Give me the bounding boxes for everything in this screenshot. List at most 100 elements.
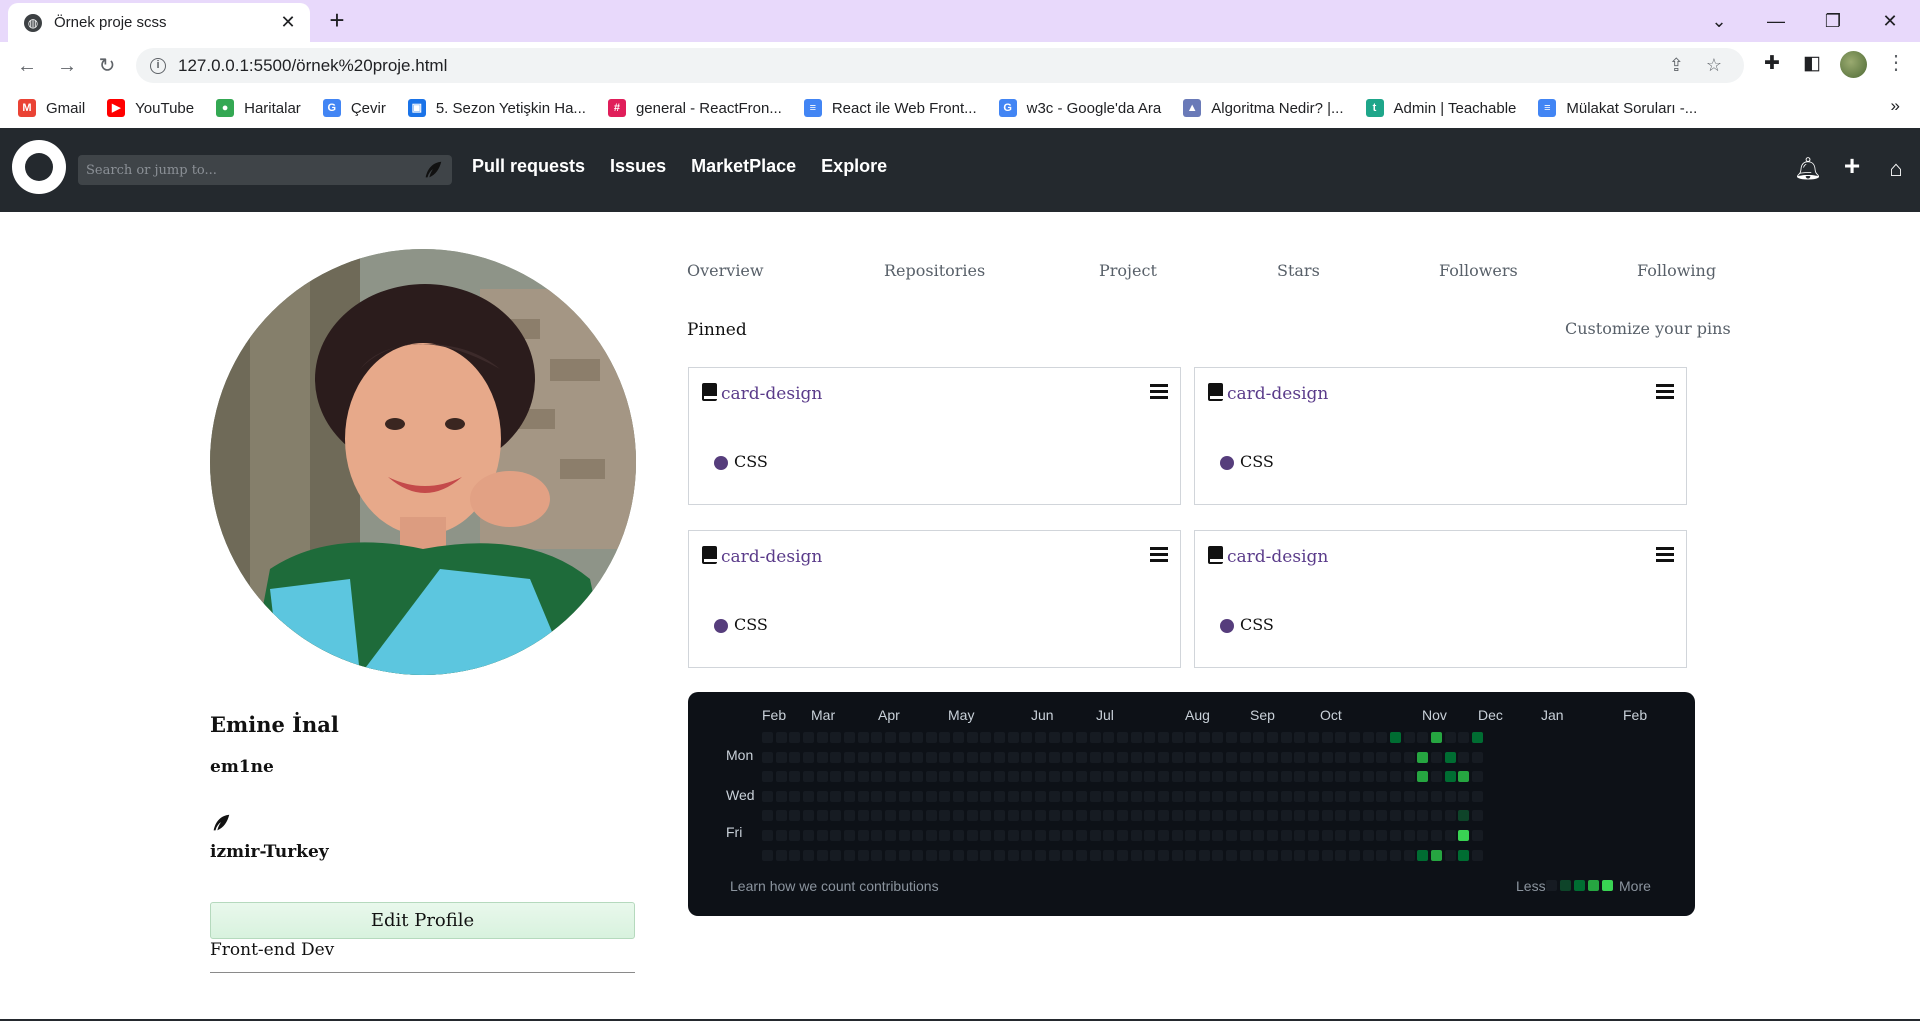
contribution-cell[interactable] bbox=[762, 849, 773, 861]
contribution-cell[interactable] bbox=[1308, 751, 1319, 763]
contribution-cell[interactable] bbox=[1362, 790, 1374, 802]
close-tab-icon[interactable]: ✕ bbox=[278, 12, 298, 33]
contribution-cell[interactable] bbox=[898, 830, 910, 841]
hamburger-menu-icon[interactable] bbox=[1656, 547, 1674, 563]
contribution-cell[interactable] bbox=[1157, 771, 1169, 783]
nav-pull-requests[interactable]: Pull requests bbox=[472, 156, 585, 177]
contribution-cell[interactable] bbox=[775, 790, 787, 802]
contribution-cell[interactable] bbox=[994, 771, 1006, 783]
contribution-cell[interactable] bbox=[789, 830, 801, 841]
contribution-cell[interactable] bbox=[912, 790, 924, 802]
contribution-cell[interactable] bbox=[1198, 810, 1210, 822]
contribution-cell[interactable] bbox=[1212, 751, 1224, 763]
contribution-cell[interactable] bbox=[1075, 810, 1087, 822]
bell-icon[interactable]: 🔔︎ bbox=[1794, 156, 1822, 182]
contribution-cell[interactable] bbox=[1389, 732, 1401, 743]
more-bookmarks-icon[interactable]: » bbox=[1891, 96, 1900, 116]
contribution-cell[interactable] bbox=[816, 751, 828, 763]
contribution-cell[interactable] bbox=[1226, 771, 1238, 783]
contribution-cell[interactable] bbox=[1171, 732, 1183, 743]
contribution-cell[interactable] bbox=[1376, 830, 1388, 841]
repo-name-link[interactable]: card-design bbox=[1227, 547, 1328, 567]
contribution-cell[interactable] bbox=[1007, 751, 1019, 763]
contribution-cell[interactable] bbox=[816, 810, 828, 822]
contribution-cell[interactable] bbox=[898, 732, 910, 743]
contribution-cell[interactable] bbox=[1035, 849, 1046, 861]
bookmark-item[interactable]: ▣ 5. Sezon Yetişkin Ha... bbox=[407, 99, 586, 117]
contribution-cell[interactable] bbox=[775, 771, 787, 783]
contribution-cell[interactable] bbox=[1007, 830, 1019, 841]
contribution-cell[interactable] bbox=[1458, 790, 1470, 802]
contribution-cell[interactable] bbox=[925, 849, 937, 861]
contribution-cell[interactable] bbox=[1048, 810, 1060, 822]
contribution-cell[interactable] bbox=[980, 751, 992, 763]
contribution-cell[interactable] bbox=[953, 771, 965, 783]
hamburger-menu-icon[interactable] bbox=[1150, 384, 1168, 400]
contribution-cell[interactable] bbox=[1335, 810, 1347, 822]
contribution-cell[interactable] bbox=[980, 810, 992, 822]
contribution-cell[interactable] bbox=[1035, 751, 1046, 763]
contribution-cell[interactable] bbox=[1362, 771, 1374, 783]
contribution-cell[interactable] bbox=[1021, 830, 1033, 841]
contribution-cell[interactable] bbox=[1171, 849, 1183, 861]
contribution-cell[interactable] bbox=[1294, 732, 1306, 743]
contribution-cell[interactable] bbox=[816, 732, 828, 743]
contribution-cell[interactable] bbox=[1444, 830, 1456, 841]
contribution-cell[interactable] bbox=[1471, 732, 1483, 743]
contribution-cell[interactable] bbox=[1226, 849, 1238, 861]
contribution-cell[interactable] bbox=[1144, 830, 1156, 841]
contribution-cell[interactable] bbox=[966, 771, 978, 783]
contribution-cell[interactable] bbox=[1376, 732, 1388, 743]
contribution-cell[interactable] bbox=[1458, 810, 1470, 822]
close-window-button[interactable]: ✕ bbox=[1875, 6, 1905, 36]
nav-marketplace[interactable]: MarketPlace bbox=[691, 156, 796, 177]
contribution-cell[interactable] bbox=[1048, 751, 1060, 763]
plus-icon[interactable]: + bbox=[1838, 150, 1866, 182]
contribution-cell[interactable] bbox=[1103, 790, 1115, 802]
contribution-cell[interactable] bbox=[1198, 830, 1210, 841]
contribution-cell[interactable] bbox=[1267, 732, 1279, 743]
contribution-cell[interactable] bbox=[953, 810, 965, 822]
contribution-cell[interactable] bbox=[1130, 751, 1142, 763]
back-button[interactable]: ← bbox=[12, 51, 42, 81]
bookmark-item[interactable]: ▲ Algoritma Nedir? |... bbox=[1183, 99, 1344, 117]
contribution-cell[interactable] bbox=[925, 830, 937, 841]
contribution-cell[interactable] bbox=[857, 790, 869, 802]
contribution-cell[interactable] bbox=[1130, 771, 1142, 783]
contribution-cell[interactable] bbox=[1321, 830, 1333, 841]
contribution-cell[interactable] bbox=[830, 732, 842, 743]
contribution-cell[interactable] bbox=[1321, 751, 1333, 763]
contribution-cell[interactable] bbox=[1308, 849, 1319, 861]
contribution-cell[interactable] bbox=[1417, 830, 1429, 841]
contribution-cell[interactable] bbox=[1171, 810, 1183, 822]
contribution-cell[interactable] bbox=[1212, 830, 1224, 841]
contribution-cell[interactable] bbox=[912, 830, 924, 841]
contribution-cell[interactable] bbox=[871, 790, 883, 802]
contribution-cell[interactable] bbox=[1335, 790, 1347, 802]
contribution-cell[interactable] bbox=[1103, 732, 1115, 743]
contribution-cell[interactable] bbox=[898, 790, 910, 802]
contribution-cell[interactable] bbox=[1403, 732, 1415, 743]
contribution-cell[interactable] bbox=[775, 810, 787, 822]
contribution-cell[interactable] bbox=[1389, 810, 1401, 822]
contribution-cell[interactable] bbox=[1444, 751, 1456, 763]
contribution-cell[interactable] bbox=[1321, 771, 1333, 783]
contribution-cell[interactable] bbox=[789, 849, 801, 861]
contribution-cell[interactable] bbox=[994, 830, 1006, 841]
contribution-cell[interactable] bbox=[1239, 751, 1251, 763]
contribution-cell[interactable] bbox=[1389, 849, 1401, 861]
contribution-cell[interactable] bbox=[1185, 830, 1197, 841]
contribution-cell[interactable] bbox=[857, 751, 869, 763]
contribution-cell[interactable] bbox=[1116, 790, 1128, 802]
tab-stars[interactable]: Stars bbox=[1277, 261, 1320, 280]
contribution-cell[interactable] bbox=[1267, 771, 1279, 783]
contribution-cell[interactable] bbox=[762, 790, 773, 802]
contribution-cell[interactable] bbox=[1007, 771, 1019, 783]
contribution-cell[interactable] bbox=[1103, 849, 1115, 861]
contribution-cell[interactable] bbox=[843, 751, 855, 763]
contribution-cell[interactable] bbox=[1226, 790, 1238, 802]
contribution-cell[interactable] bbox=[1430, 830, 1442, 841]
contribution-cell[interactable] bbox=[775, 849, 787, 861]
contribution-cell[interactable] bbox=[1444, 849, 1456, 861]
tab-overview[interactable]: Overview bbox=[687, 261, 764, 280]
